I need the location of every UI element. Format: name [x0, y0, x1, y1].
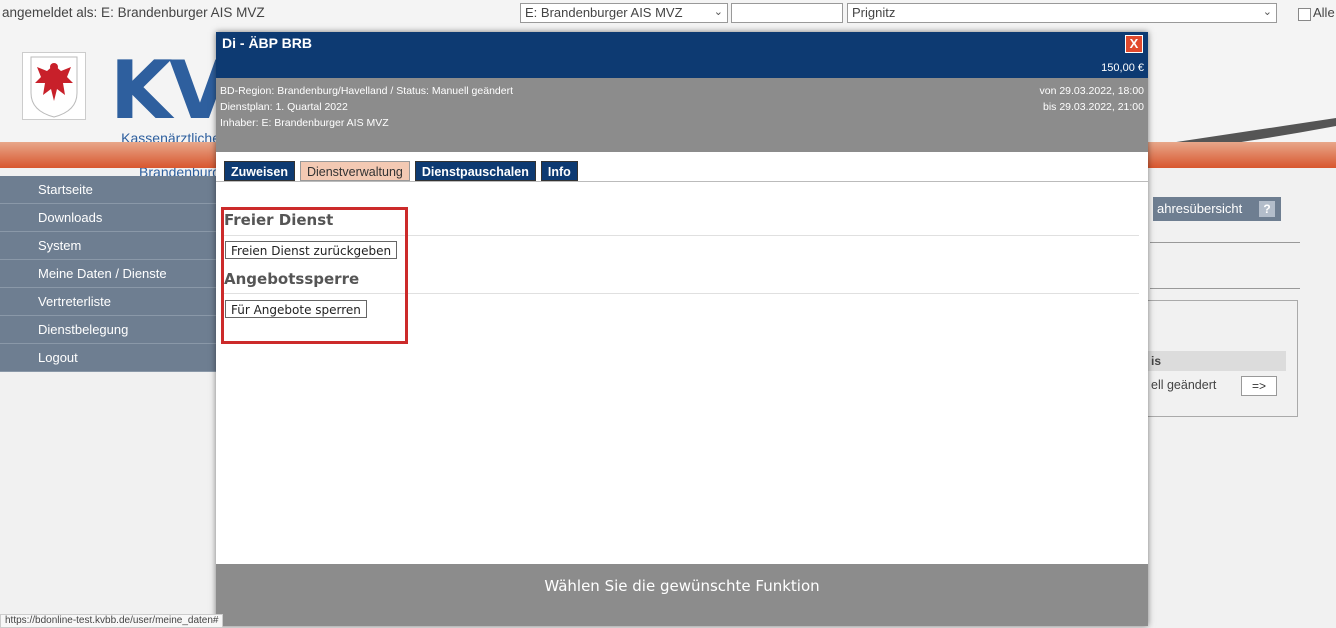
- all-checkbox[interactable]: [1298, 8, 1311, 21]
- dialog-footer: Wählen Sie die gewünschte Funktion: [216, 564, 1148, 626]
- end-time-text: bis 29.03.2022, 21:00: [1042, 101, 1144, 113]
- organization-select[interactable]: E: Brandenburger AIS MVZ ⌄: [520, 3, 728, 23]
- region-status-text: BD-Region: Brandenburg/Havelland / Statu…: [220, 85, 514, 97]
- filter-input[interactable]: [731, 3, 843, 23]
- sidebar-item-vertreterliste[interactable]: Vertreterliste: [0, 288, 217, 316]
- tab-info[interactable]: Info: [540, 161, 578, 181]
- open-arrow-button[interactable]: =>: [1241, 376, 1277, 396]
- tab-zuweisen[interactable]: Zuweisen: [224, 161, 295, 181]
- sidebar-item-logout[interactable]: Logout: [0, 344, 217, 372]
- region-select[interactable]: Prignitz ⌄: [847, 3, 1277, 23]
- inhaber-text: Inhaber: E: Brandenburger AIS MVZ: [220, 117, 389, 129]
- help-icon[interactable]: ?: [1259, 201, 1275, 217]
- all-checkbox-label: Alle: [1313, 5, 1335, 20]
- dialog-info-panel: BD-Region: Brandenburg/Havelland / Statu…: [216, 78, 1148, 152]
- sidebar-item-downloads[interactable]: Downloads: [0, 204, 217, 232]
- sidebar-item-startseite[interactable]: Startseite: [0, 176, 217, 204]
- table-header: is: [1147, 351, 1286, 371]
- dialog-tabs: Zuweisen Dienstverwaltung Dienstpauschal…: [224, 161, 578, 181]
- sidebar-item-dienstbelegung[interactable]: Dienstbelegung: [0, 316, 217, 344]
- dialog-title: Di - ÄBP BRB: [222, 35, 312, 51]
- divider: [1150, 288, 1300, 289]
- sidebar-item-system[interactable]: System: [0, 232, 217, 260]
- dialog-title-bar: Di - ÄBP BRB X 150,00 €: [216, 32, 1148, 78]
- brandenburg-eagle-icon: [22, 52, 86, 120]
- background-panel: is ell geändert =>: [1147, 300, 1298, 417]
- tab-dienstpauschalen[interactable]: Dienstpauschalen: [414, 161, 536, 181]
- service-dialog: Di - ÄBP BRB X 150,00 € BD-Region: Brand…: [216, 32, 1148, 626]
- chevron-down-icon: ⌄: [713, 6, 723, 18]
- price-label: 150,00 €: [1101, 62, 1144, 74]
- tab-underline: [216, 181, 1148, 182]
- sidebar-nav: Startseite Downloads System Meine Daten …: [0, 176, 217, 372]
- sidebar-item-meine-daten[interactable]: Meine Daten / Dienste: [0, 260, 217, 288]
- start-time-text: von 29.03.2022, 18:00: [1039, 85, 1144, 97]
- chevron-down-icon: ⌄: [1262, 6, 1272, 18]
- logged-in-label: angemeldet als: E: Brandenburger AIS MVZ: [2, 5, 265, 20]
- tab-dienstverwaltung[interactable]: Dienstverwaltung: [299, 161, 410, 181]
- close-icon[interactable]: X: [1125, 35, 1143, 53]
- highlight-box: [221, 207, 408, 344]
- divider: [1150, 242, 1300, 243]
- jahresuebersicht-button[interactable]: ahresübersicht ?: [1153, 197, 1281, 221]
- dienstplan-text: Dienstplan: 1. Quartal 2022: [220, 101, 348, 113]
